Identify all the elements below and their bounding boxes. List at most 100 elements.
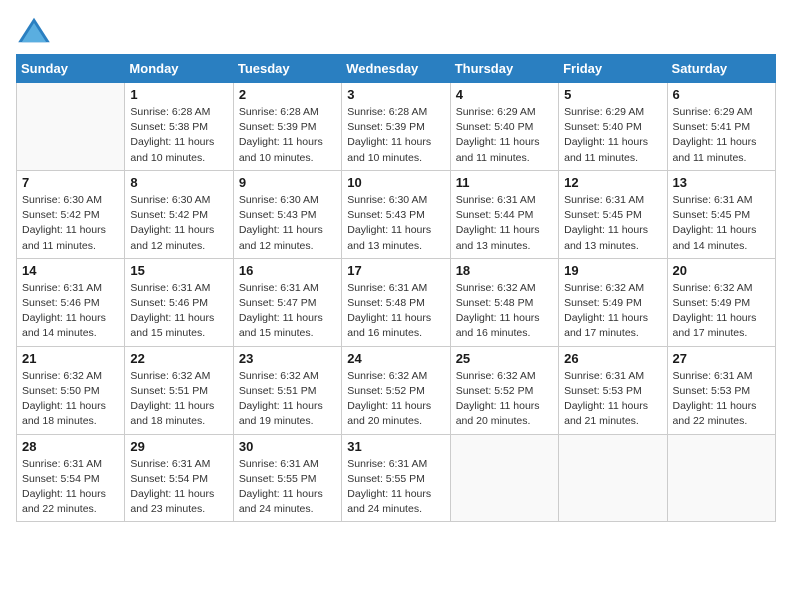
day-number: 26 bbox=[564, 351, 661, 366]
day-info: Sunrise: 6:29 AM Sunset: 5:41 PM Dayligh… bbox=[673, 105, 770, 166]
day-number: 24 bbox=[347, 351, 444, 366]
day-info: Sunrise: 6:31 AM Sunset: 5:44 PM Dayligh… bbox=[456, 193, 553, 254]
day-info: Sunrise: 6:31 AM Sunset: 5:55 PM Dayligh… bbox=[239, 457, 336, 518]
day-number: 16 bbox=[239, 263, 336, 278]
day-number: 9 bbox=[239, 175, 336, 190]
calendar-cell: 21 Sunrise: 6:32 AM Sunset: 5:50 PM Dayli… bbox=[17, 346, 125, 434]
day-info: Sunrise: 6:32 AM Sunset: 5:52 PM Dayligh… bbox=[347, 369, 444, 430]
day-info: Sunrise: 6:31 AM Sunset: 5:53 PM Dayligh… bbox=[673, 369, 770, 430]
calendar-cell: 23 Sunrise: 6:32 AM Sunset: 5:51 PM Dayli… bbox=[233, 346, 341, 434]
calendar-cell: 31 Sunrise: 6:31 AM Sunset: 5:55 PM Dayli… bbox=[342, 434, 450, 522]
day-number: 29 bbox=[130, 439, 227, 454]
day-info: Sunrise: 6:31 AM Sunset: 5:46 PM Dayligh… bbox=[22, 281, 119, 342]
calendar-cell: 10 Sunrise: 6:30 AM Sunset: 5:43 PM Dayli… bbox=[342, 170, 450, 258]
day-info: Sunrise: 6:30 AM Sunset: 5:42 PM Dayligh… bbox=[22, 193, 119, 254]
calendar-table: SundayMondayTuesdayWednesdayThursdayFrid… bbox=[16, 54, 776, 522]
calendar-cell: 25Sunrise: 6:32 AM Sunset: 5:52 PM Dayli… bbox=[450, 346, 558, 434]
calendar-cell: 30 Sunrise: 6:31 AM Sunset: 5:55 PM Dayli… bbox=[233, 434, 341, 522]
day-info: Sunrise: 6:32 AM Sunset: 5:50 PM Dayligh… bbox=[22, 369, 119, 430]
calendar-cell bbox=[667, 434, 775, 522]
day-of-week-header: Wednesday bbox=[342, 55, 450, 83]
calendar-cell: 14 Sunrise: 6:31 AM Sunset: 5:46 PM Dayli… bbox=[17, 258, 125, 346]
day-of-week-header: Friday bbox=[559, 55, 667, 83]
day-info: Sunrise: 6:31 AM Sunset: 5:45 PM Dayligh… bbox=[564, 193, 661, 254]
day-number: 20 bbox=[673, 263, 770, 278]
day-number: 13 bbox=[673, 175, 770, 190]
calendar-cell bbox=[17, 83, 125, 171]
calendar-cell: 20Sunrise: 6:32 AM Sunset: 5:49 PM Dayli… bbox=[667, 258, 775, 346]
day-number: 25 bbox=[456, 351, 553, 366]
logo-icon bbox=[16, 16, 52, 44]
day-info: Sunrise: 6:28 AM Sunset: 5:39 PM Dayligh… bbox=[239, 105, 336, 166]
day-number: 4 bbox=[456, 87, 553, 102]
day-info: Sunrise: 6:32 AM Sunset: 5:51 PM Dayligh… bbox=[239, 369, 336, 430]
calendar-cell bbox=[559, 434, 667, 522]
day-number: 1 bbox=[130, 87, 227, 102]
calendar-cell: 29 Sunrise: 6:31 AM Sunset: 5:54 PM Dayli… bbox=[125, 434, 233, 522]
calendar-cell: 24 Sunrise: 6:32 AM Sunset: 5:52 PM Dayli… bbox=[342, 346, 450, 434]
day-number: 11 bbox=[456, 175, 553, 190]
calendar-cell: 3 Sunrise: 6:28 AM Sunset: 5:39 PM Daylig… bbox=[342, 83, 450, 171]
calendar-cell: 28 Sunrise: 6:31 AM Sunset: 5:54 PM Dayli… bbox=[17, 434, 125, 522]
day-info: Sunrise: 6:31 AM Sunset: 5:53 PM Dayligh… bbox=[564, 369, 661, 430]
calendar-cell bbox=[450, 434, 558, 522]
day-info: Sunrise: 6:31 AM Sunset: 5:54 PM Dayligh… bbox=[130, 457, 227, 518]
day-info: Sunrise: 6:31 AM Sunset: 5:55 PM Dayligh… bbox=[347, 457, 444, 518]
calendar-cell: 4 Sunrise: 6:29 AM Sunset: 5:40 PM Daylig… bbox=[450, 83, 558, 171]
calendar-cell: 22Sunrise: 6:32 AM Sunset: 5:51 PM Dayli… bbox=[125, 346, 233, 434]
day-number: 5 bbox=[564, 87, 661, 102]
calendar-cell: 16 Sunrise: 6:31 AM Sunset: 5:47 PM Dayli… bbox=[233, 258, 341, 346]
day-of-week-header: Thursday bbox=[450, 55, 558, 83]
day-number: 15 bbox=[130, 263, 227, 278]
day-of-week-header: Sunday bbox=[17, 55, 125, 83]
calendar-cell: 19Sunrise: 6:32 AM Sunset: 5:49 PM Dayli… bbox=[559, 258, 667, 346]
day-number: 21 bbox=[22, 351, 119, 366]
day-number: 3 bbox=[347, 87, 444, 102]
calendar-week-row: 21 Sunrise: 6:32 AM Sunset: 5:50 PM Dayli… bbox=[17, 346, 776, 434]
day-of-week-header: Tuesday bbox=[233, 55, 341, 83]
calendar-cell: 26 Sunrise: 6:31 AM Sunset: 5:53 PM Dayli… bbox=[559, 346, 667, 434]
calendar-cell: 12Sunrise: 6:31 AM Sunset: 5:45 PM Dayli… bbox=[559, 170, 667, 258]
calendar-cell: 15 Sunrise: 6:31 AM Sunset: 5:46 PM Dayli… bbox=[125, 258, 233, 346]
day-number: 6 bbox=[673, 87, 770, 102]
calendar-cell: 7 Sunrise: 6:30 AM Sunset: 5:42 PM Daylig… bbox=[17, 170, 125, 258]
calendar-week-row: 28 Sunrise: 6:31 AM Sunset: 5:54 PM Dayli… bbox=[17, 434, 776, 522]
day-info: Sunrise: 6:31 AM Sunset: 5:47 PM Dayligh… bbox=[239, 281, 336, 342]
day-number: 31 bbox=[347, 439, 444, 454]
day-number: 23 bbox=[239, 351, 336, 366]
calendar-cell: 11 Sunrise: 6:31 AM Sunset: 5:44 PM Dayli… bbox=[450, 170, 558, 258]
page-header bbox=[16, 16, 776, 44]
calendar-cell: 9 Sunrise: 6:30 AM Sunset: 5:43 PM Daylig… bbox=[233, 170, 341, 258]
calendar-week-row: 14 Sunrise: 6:31 AM Sunset: 5:46 PM Dayli… bbox=[17, 258, 776, 346]
day-info: Sunrise: 6:32 AM Sunset: 5:51 PM Dayligh… bbox=[130, 369, 227, 430]
day-number: 30 bbox=[239, 439, 336, 454]
day-number: 18 bbox=[456, 263, 553, 278]
day-info: Sunrise: 6:30 AM Sunset: 5:43 PM Dayligh… bbox=[239, 193, 336, 254]
day-info: Sunrise: 6:28 AM Sunset: 5:39 PM Dayligh… bbox=[347, 105, 444, 166]
day-info: Sunrise: 6:29 AM Sunset: 5:40 PM Dayligh… bbox=[456, 105, 553, 166]
day-number: 10 bbox=[347, 175, 444, 190]
day-info: Sunrise: 6:32 AM Sunset: 5:48 PM Dayligh… bbox=[456, 281, 553, 342]
day-number: 14 bbox=[22, 263, 119, 278]
calendar-cell: 8Sunrise: 6:30 AM Sunset: 5:42 PM Daylig… bbox=[125, 170, 233, 258]
day-info: Sunrise: 6:31 AM Sunset: 5:54 PM Dayligh… bbox=[22, 457, 119, 518]
day-number: 2 bbox=[239, 87, 336, 102]
calendar-cell: 27Sunrise: 6:31 AM Sunset: 5:53 PM Dayli… bbox=[667, 346, 775, 434]
day-info: Sunrise: 6:28 AM Sunset: 5:38 PM Dayligh… bbox=[130, 105, 227, 166]
calendar-cell: 1 Sunrise: 6:28 AM Sunset: 5:38 PM Daylig… bbox=[125, 83, 233, 171]
calendar-cell: 2 Sunrise: 6:28 AM Sunset: 5:39 PM Daylig… bbox=[233, 83, 341, 171]
day-info: Sunrise: 6:31 AM Sunset: 5:46 PM Dayligh… bbox=[130, 281, 227, 342]
logo bbox=[16, 16, 56, 44]
day-number: 17 bbox=[347, 263, 444, 278]
day-number: 7 bbox=[22, 175, 119, 190]
calendar-cell: 5 Sunrise: 6:29 AM Sunset: 5:40 PM Daylig… bbox=[559, 83, 667, 171]
calendar-cell: 13 Sunrise: 6:31 AM Sunset: 5:45 PM Dayli… bbox=[667, 170, 775, 258]
day-info: Sunrise: 6:31 AM Sunset: 5:45 PM Dayligh… bbox=[673, 193, 770, 254]
calendar-week-row: 1 Sunrise: 6:28 AM Sunset: 5:38 PM Daylig… bbox=[17, 83, 776, 171]
day-info: Sunrise: 6:32 AM Sunset: 5:49 PM Dayligh… bbox=[564, 281, 661, 342]
day-info: Sunrise: 6:30 AM Sunset: 5:43 PM Dayligh… bbox=[347, 193, 444, 254]
calendar-cell: 18 Sunrise: 6:32 AM Sunset: 5:48 PM Dayli… bbox=[450, 258, 558, 346]
day-number: 28 bbox=[22, 439, 119, 454]
calendar-cell: 17Sunrise: 6:31 AM Sunset: 5:48 PM Dayli… bbox=[342, 258, 450, 346]
day-info: Sunrise: 6:29 AM Sunset: 5:40 PM Dayligh… bbox=[564, 105, 661, 166]
